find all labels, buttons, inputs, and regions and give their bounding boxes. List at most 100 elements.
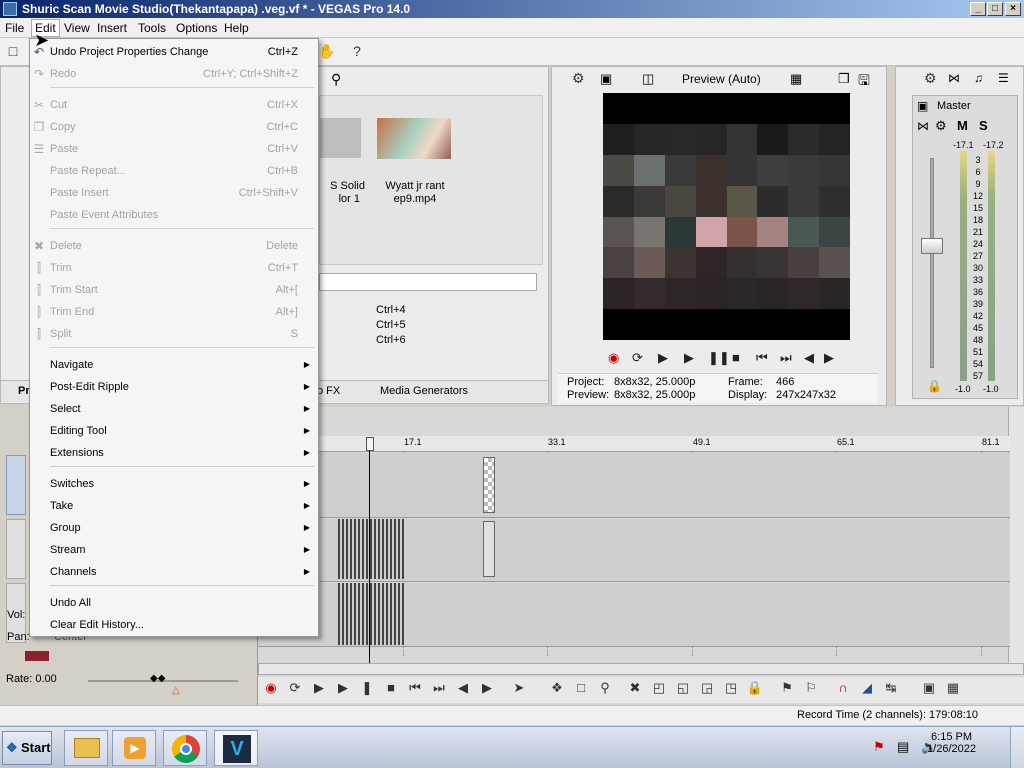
master-fader-handle[interactable] xyxy=(921,238,943,254)
menu-item-editing-tool[interactable]: Editing Tool ▶ xyxy=(30,420,318,442)
show-desktop-button[interactable] xyxy=(1010,727,1024,768)
lock-icon[interactable]: 🔒 xyxy=(746,680,764,698)
go-to-end-icon[interactable]: ⏭ xyxy=(430,680,448,698)
snapping-icon[interactable]: ∩ xyxy=(834,680,852,698)
solid-color-thumbnail[interactable] xyxy=(320,118,361,158)
system-clock[interactable]: 6:15 PM 1/26/2022 xyxy=(927,731,976,755)
media-player-app-icon[interactable]: ▶ xyxy=(112,730,156,766)
menu-item-redo[interactable]: ↷ Redo Ctrl+Y; Ctrl+Shift+Z xyxy=(30,63,318,85)
network-icon[interactable]: ▤ xyxy=(897,739,909,755)
menu-item-switches[interactable]: Switches ▶ xyxy=(30,473,318,495)
tab-video-fx[interactable]: o FX xyxy=(317,385,340,397)
menu-item-trim[interactable]: ⫿ Trim Ctrl+T xyxy=(30,257,318,279)
audio-track-header[interactable] xyxy=(6,519,26,579)
audio-event-clip[interactable] xyxy=(483,521,495,577)
grid-overlay-icon[interactable]: ▦ xyxy=(790,71,802,87)
external-monitor-icon[interactable]: ▣ xyxy=(600,71,612,87)
next-frame-icon[interactable]: ▶ xyxy=(824,350,834,366)
marker-icon[interactable]: ⚑ xyxy=(778,680,796,698)
close-button[interactable]: × xyxy=(1005,2,1021,16)
play-icon[interactable]: ▶ xyxy=(334,680,352,698)
tab-media-generators[interactable]: Media Generators xyxy=(380,385,468,397)
auto-crossfade-icon[interactable]: ◢ xyxy=(858,680,876,698)
gear-icon[interactable]: ⚙ xyxy=(924,70,937,87)
video-event-clip[interactable] xyxy=(483,457,495,513)
menu-item-paste-insert[interactable]: Paste Insert Ctrl+Shift+V xyxy=(30,182,318,204)
file-explorer-app-icon[interactable] xyxy=(64,730,108,766)
save-snapshot-icon[interactable]: 🖫 xyxy=(858,70,870,94)
copy-snapshot-icon[interactable]: ❐ xyxy=(838,71,850,87)
next-frame-icon[interactable]: ▶ xyxy=(478,680,496,698)
play-icon[interactable]: ▶ xyxy=(684,350,694,366)
play-from-start-icon[interactable]: ▶ xyxy=(310,680,328,698)
region-icon[interactable]: ⚐ xyxy=(802,680,820,698)
playhead-handle[interactable] xyxy=(366,437,374,451)
media-search-field[interactable] xyxy=(319,273,537,291)
go-to-start-icon[interactable]: ⏮ xyxy=(406,680,424,698)
go-to-start-icon[interactable]: ⏮ xyxy=(756,350,768,366)
vegas-pro-app-icon[interactable]: V xyxy=(214,730,258,766)
new-project-icon[interactable]: □ xyxy=(4,43,22,61)
menu-item-paste[interactable]: ☰ Paste Ctrl+V xyxy=(30,138,318,160)
hand-tool-icon[interactable]: ✋ xyxy=(318,43,336,61)
loop-icon[interactable]: ⟳ xyxy=(632,350,643,366)
menu-item-navigate[interactable]: Navigate ▶ xyxy=(30,354,318,376)
menu-item-trim-start[interactable]: ⫿ Trim Start Alt+[ xyxy=(30,279,318,301)
menu-file[interactable]: File xyxy=(5,21,24,35)
rate-slider-handle[interactable]: ◆◆ xyxy=(150,673,165,684)
previous-frame-icon[interactable]: ◀ xyxy=(804,350,814,366)
help-icon[interactable]: ? xyxy=(348,43,366,61)
play-from-start-icon[interactable]: ▶ xyxy=(658,350,668,366)
tab-project-media[interactable]: Pr xyxy=(18,385,30,397)
start-button[interactable]: ❖ Start xyxy=(2,731,52,765)
gear-icon[interactable]: ⚙ xyxy=(572,70,585,87)
menu-item-channels[interactable]: Channels ▶ xyxy=(30,561,318,583)
menu-help[interactable]: Help xyxy=(224,21,249,35)
vertical-scrollbar[interactable] xyxy=(1008,407,1024,669)
playhead-cursor[interactable] xyxy=(369,438,370,664)
menu-tools[interactable]: Tools xyxy=(138,21,166,35)
record-icon[interactable]: ◉ xyxy=(262,680,280,698)
menu-item-undo-project-properties-change[interactable]: ↶ Undo Project Properties Change Ctrl+Z xyxy=(30,41,318,63)
audio-waveform-clip[interactable] xyxy=(338,519,406,579)
audio-track-lane[interactable] xyxy=(258,583,1010,647)
mute-button[interactable]: M xyxy=(957,118,968,133)
normal-edit-tool-icon[interactable]: ➤ xyxy=(510,680,528,698)
trim-end-icon[interactable]: ◲ xyxy=(698,680,716,698)
horizontal-scrollbar[interactable] xyxy=(258,663,1024,675)
video-track-lane[interactable] xyxy=(258,453,1010,518)
menu-view[interactable]: View xyxy=(64,21,90,35)
menu-item-take[interactable]: Take ▶ xyxy=(30,495,318,517)
menu-item-split[interactable]: ⫿ Split S xyxy=(30,323,318,345)
pause-icon[interactable]: ❚ xyxy=(358,680,376,698)
split-screen-icon[interactable]: ◫ xyxy=(642,71,654,87)
network-warning-icon[interactable]: ⚑ xyxy=(873,739,885,755)
menu-item-undo-all[interactable]: Undo All xyxy=(30,592,318,614)
menu-item-clear-edit-history[interactable]: Clear Edit History... xyxy=(30,614,318,636)
lock-envelopes-icon[interactable]: ▣ xyxy=(920,680,938,698)
menu-item-trim-end[interactable]: ⫿ Trim End Alt+] xyxy=(30,301,318,323)
gear-icon[interactable]: ⚙ xyxy=(935,118,947,134)
go-to-end-icon[interactable]: ⏭ xyxy=(780,350,792,366)
zoom-tool-icon[interactable]: ⚲ xyxy=(596,680,614,698)
selection-tool-icon[interactable]: □ xyxy=(572,680,590,698)
stop-icon[interactable]: ■ xyxy=(732,350,740,365)
menu-item-post-edit-ripple[interactable]: Post-Edit Ripple ▶ xyxy=(30,376,318,398)
lock-icon[interactable]: 🔒 xyxy=(927,379,942,393)
ripple-edit-icon[interactable]: ↹ xyxy=(882,680,900,698)
menu-item-copy[interactable]: ❐ Copy Ctrl+C xyxy=(30,116,318,138)
mixer-icon[interactable]: ⋈ xyxy=(948,71,960,85)
chrome-app-icon[interactable] xyxy=(163,730,207,766)
menu-options[interactable]: Options xyxy=(176,21,217,35)
search-icon[interactable]: ⚲ xyxy=(331,71,347,87)
pause-icon[interactable]: ❚❚ xyxy=(708,350,730,366)
menu-item-delete[interactable]: ✖ Delete Delete xyxy=(30,235,318,257)
record-icon[interactable]: ◉ xyxy=(608,350,619,366)
preview-quality-dropdown[interactable]: Preview (Auto) xyxy=(682,72,761,86)
fx-icon[interactable]: ⋈ xyxy=(917,119,929,133)
split-icon[interactable]: ◳ xyxy=(722,680,740,698)
ignore-grouping-icon[interactable]: ▦ xyxy=(944,680,962,698)
insert-bus-icon[interactable]: ☰ xyxy=(998,71,1009,85)
audio-track-lane[interactable] xyxy=(258,519,1010,582)
audio-waveform-clip[interactable] xyxy=(338,583,406,645)
